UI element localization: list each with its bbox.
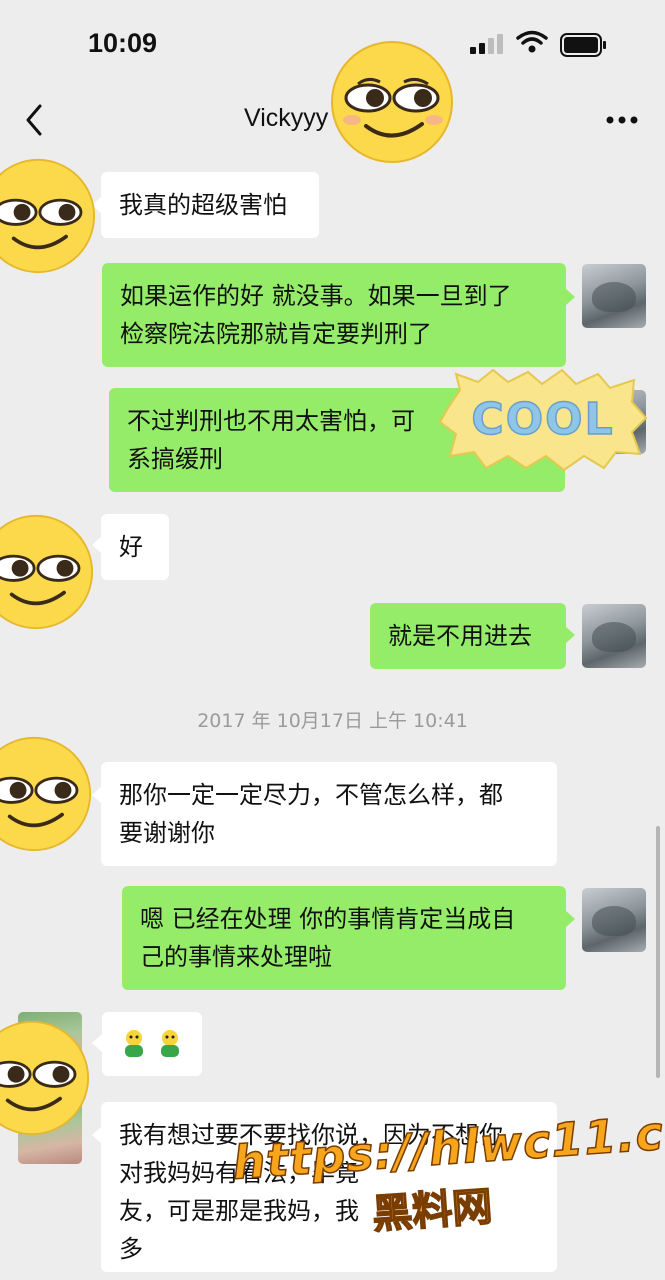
bubble-tail xyxy=(565,910,575,928)
chat-timestamp: 2017 年 10月17日 上午 10:41 xyxy=(197,710,468,732)
smirk-emoji-icon xyxy=(0,1020,90,1136)
message-bubble-incoming[interactable]: 我真的超级害怕 xyxy=(101,172,319,238)
smirk-emoji-icon xyxy=(0,736,92,852)
smirk-emoji-icon xyxy=(0,158,96,274)
watermark-name: 黑料网 xyxy=(370,1183,494,1239)
smirk-emoji-icon xyxy=(0,514,94,630)
smirk-emoji-icon xyxy=(331,41,453,163)
message-bubble-outgoing[interactable]: 就是不用进去 xyxy=(370,603,566,669)
wifi-icon xyxy=(516,30,548,53)
my-avatar[interactable] xyxy=(582,888,646,952)
frog-emoji-icon xyxy=(161,1030,179,1057)
bubble-tail xyxy=(565,626,575,644)
bubble-tail xyxy=(565,288,575,306)
message-bubble-outgoing[interactable]: 嗯 已经在处理 你的事情肯定当成自 己的事情来处理啦 xyxy=(122,886,566,990)
battery-icon xyxy=(560,33,606,57)
bubble-tail xyxy=(92,1034,102,1052)
status-time: 10:09 xyxy=(88,28,158,58)
cool-sticker-icon: COOL xyxy=(438,368,648,472)
message-bubble-emoji[interactable] xyxy=(102,1012,202,1076)
scrollbar[interactable] xyxy=(656,826,660,1078)
message-bubble-outgoing[interactable]: 如果运作的好 就没事。如果一旦到了 检察院法院那就肯定要判刑了 xyxy=(102,263,566,367)
my-avatar[interactable] xyxy=(582,264,646,328)
message-bubble-incoming[interactable]: 那你一定一定尽力，不管怎么样，都 要谢谢你 xyxy=(101,762,557,866)
back-icon[interactable] xyxy=(20,102,50,138)
more-icon[interactable] xyxy=(604,112,640,128)
chat-title: Vickyyy xyxy=(244,104,329,132)
signal-icon xyxy=(470,34,503,54)
cool-sticker-text: COOL xyxy=(471,394,614,445)
my-avatar[interactable] xyxy=(582,604,646,668)
message-bubble-incoming[interactable]: 好 xyxy=(101,514,169,580)
frog-emoji-icon xyxy=(125,1030,143,1057)
